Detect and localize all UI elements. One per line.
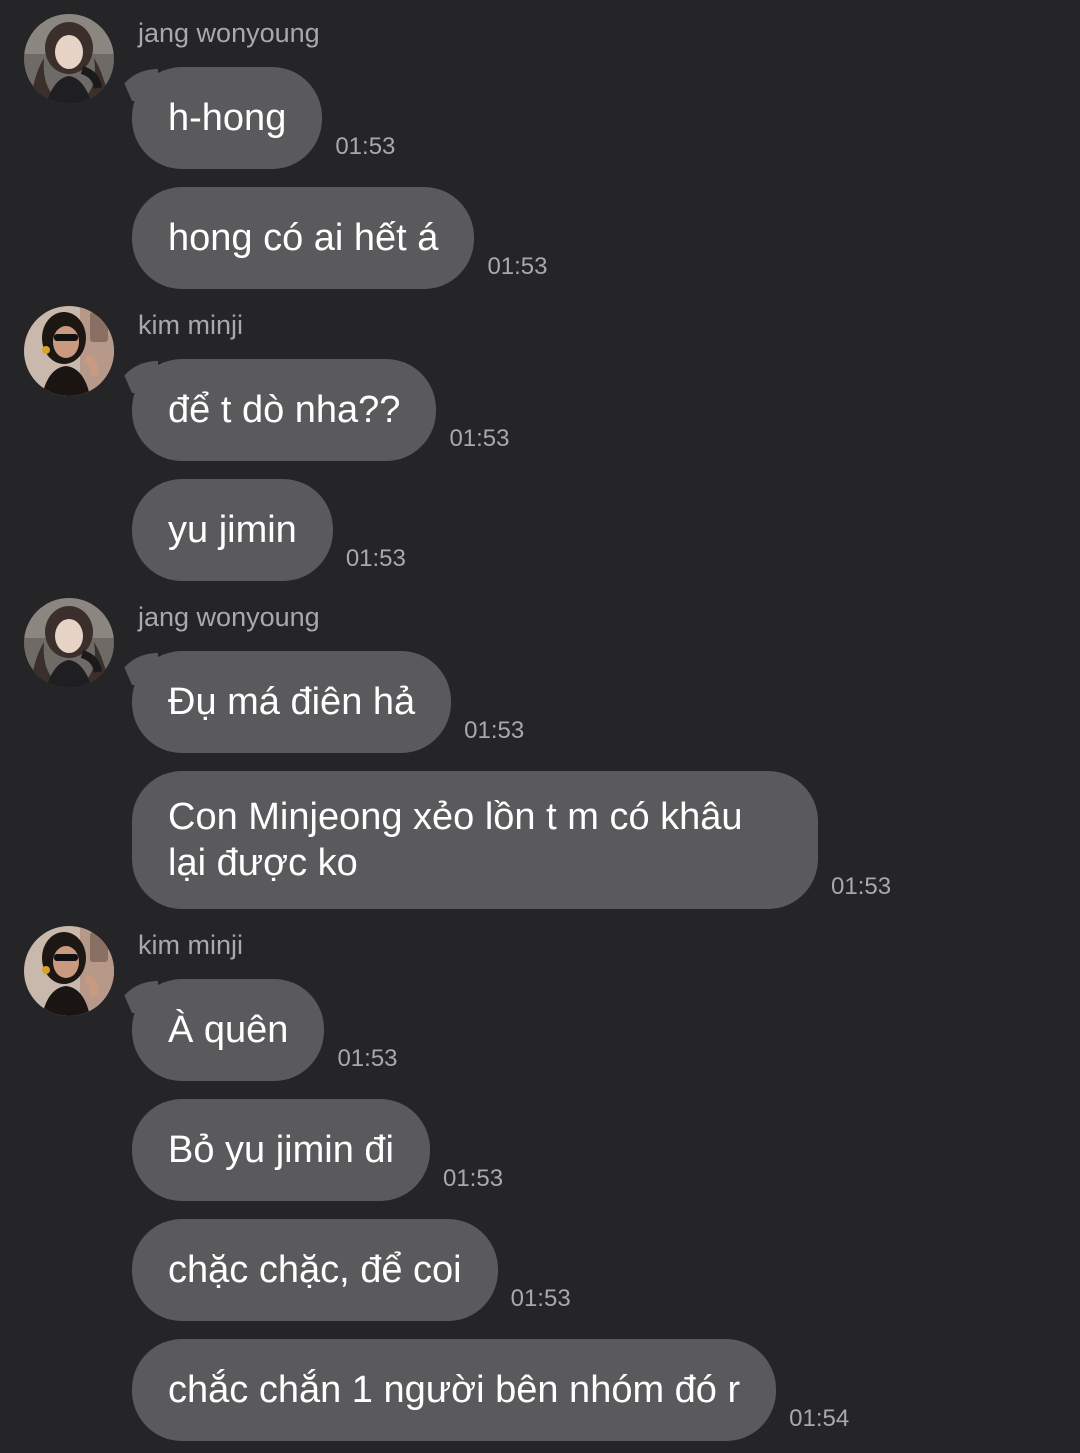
- message-bubble[interactable]: À quên: [132, 979, 325, 1081]
- message-row: Con Minjeong xẻo lồn t m có khâu lại đượ…: [132, 771, 891, 909]
- message-row: chắc chắn 1 người bên nhóm đó r 01:54: [132, 1339, 849, 1441]
- message-timestamp: 01:53: [831, 873, 892, 900]
- avatar-minji[interactable]: [24, 926, 114, 1016]
- sender-name: jang wonyoung: [138, 602, 320, 632]
- message-bubble[interactable]: chắc chắn 1 người bên nhóm đó r: [132, 1339, 777, 1441]
- avatar-minji[interactable]: [24, 306, 114, 396]
- message-bubble[interactable]: để t dò nha??: [132, 359, 437, 461]
- sender-name: jang wonyoung: [138, 18, 320, 48]
- message-row: Bỏ yu jimin đi 01:53: [132, 1099, 503, 1201]
- message-bubble[interactable]: Con Minjeong xẻo lồn t m có khâu lại đượ…: [132, 771, 818, 909]
- message-timestamp: 01:53: [464, 717, 525, 744]
- avatar-wonyoung-image: [24, 14, 114, 104]
- message-timestamp: 01:53: [337, 1045, 398, 1072]
- message-timestamp: 01:53: [510, 1285, 571, 1312]
- message-bubble[interactable]: yu jimin: [132, 479, 333, 581]
- message-bubble[interactable]: Bỏ yu jimin đi: [132, 1099, 430, 1201]
- message-row: yu jimin 01:53: [132, 479, 406, 581]
- message-timestamp: 01:53: [335, 133, 396, 160]
- message-row: Đụ má điên hả 01:53: [132, 651, 524, 753]
- avatar-wonyoung[interactable]: [24, 14, 114, 104]
- avatar-wonyoung-image: [24, 598, 114, 688]
- message-bubble[interactable]: Đụ má điên hả: [132, 651, 452, 753]
- avatar-minji-image: [24, 306, 114, 396]
- message-timestamp: 01:53: [345, 545, 406, 572]
- sender-name: kim minji: [138, 310, 243, 340]
- message-row: để t dò nha?? 01:53: [132, 359, 510, 461]
- message-timestamp: 01:53: [487, 253, 548, 280]
- message-bubble[interactable]: h-hong: [132, 67, 323, 169]
- message-timestamp: 01:54: [789, 1405, 850, 1432]
- avatar-minji-image: [24, 926, 114, 1016]
- sender-name: kim minji: [138, 930, 243, 960]
- message-bubble[interactable]: chặc chặc, để coi: [132, 1219, 498, 1321]
- message-timestamp: 01:53: [449, 425, 510, 452]
- message-row: hong có ai hết á 01:53: [132, 187, 548, 289]
- message-bubble[interactable]: hong có ai hết á: [132, 187, 475, 289]
- message-row: chặc chặc, để coi 01:53: [132, 1219, 571, 1321]
- message-row: À quên 01:53: [132, 979, 398, 1081]
- message-row: h-hong 01:53: [132, 67, 395, 169]
- avatar-wonyoung[interactable]: [24, 598, 114, 688]
- message-timestamp: 01:53: [442, 1165, 504, 1192]
